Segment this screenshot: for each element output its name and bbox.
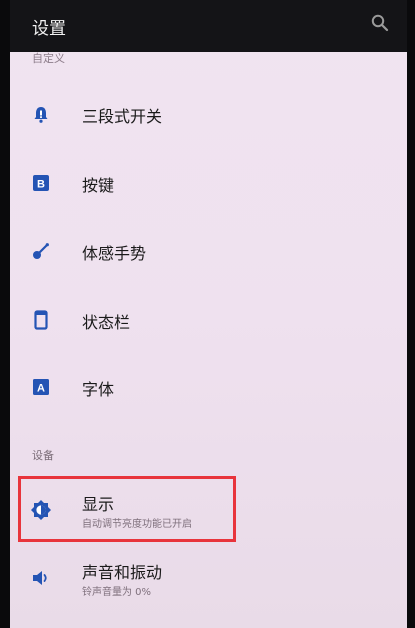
settings-item-label: 三段式开关: [82, 107, 163, 126]
b-key-icon: B: [30, 172, 52, 194]
settings-item-font[interactable]: A 字体: [10, 353, 407, 421]
highlight-box: [18, 476, 236, 542]
settings-item-label: 体感手势: [82, 244, 147, 263]
svg-text:A: A: [37, 383, 45, 395]
page-title: 设置: [32, 19, 66, 39]
gesture-icon: [30, 240, 52, 262]
settings-item-alert-slider[interactable]: 三段式开关: [10, 80, 407, 148]
status-bar-icon: [30, 309, 52, 331]
settings-item-label: 按键: [82, 176, 115, 195]
settings-item-label: 字体: [82, 380, 115, 399]
settings-item-label: 状态栏: [82, 313, 131, 332]
settings-item-subtitle: 铃声音量为 0%: [82, 587, 152, 598]
settings-item-buttons[interactable]: B 按键: [10, 149, 407, 217]
section-header-device: 设备: [32, 449, 54, 462]
settings-item-gestures[interactable]: 体感手势: [10, 217, 407, 285]
svg-text:B: B: [37, 179, 45, 191]
font-a-icon: A: [30, 376, 52, 398]
search-icon[interactable]: [371, 14, 389, 32]
speaker-icon: [30, 567, 52, 589]
settings-item-label: 声音和振动: [82, 563, 163, 582]
screen: 设置 自定义 三段式开关 B 按键 体感手势 状态栏 A 字体 设备 显示 自动…: [10, 0, 407, 628]
settings-item-status-bar[interactable]: 状态栏: [10, 286, 407, 354]
settings-item-sound-vibration[interactable]: 声音和振动 铃声音量为 0%: [10, 544, 407, 612]
section-header-custom: 自定义: [32, 52, 65, 65]
app-bar: 设置: [10, 0, 407, 52]
alert-slider-icon: [30, 103, 52, 125]
